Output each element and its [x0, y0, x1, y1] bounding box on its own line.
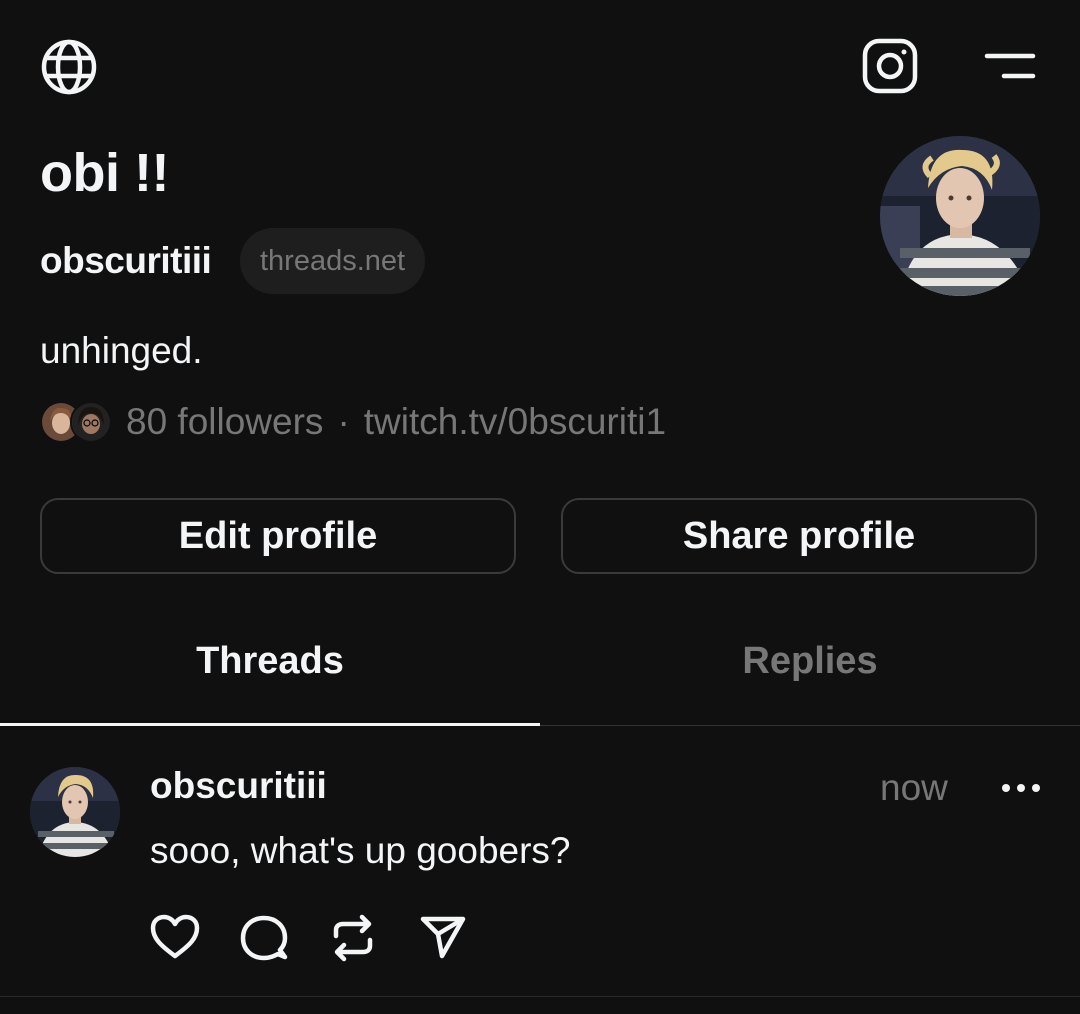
- bio: unhinged.: [40, 330, 203, 371]
- share-profile-button[interactable]: Share profile: [561, 498, 1037, 574]
- globe-icon[interactable]: [40, 38, 98, 96]
- meta-separator: ·: [337, 401, 350, 442]
- profile-avatar[interactable]: [880, 136, 1040, 296]
- comment-icon[interactable]: [240, 914, 330, 962]
- active-tab-indicator: [0, 723, 540, 726]
- heart-icon[interactable]: [150, 914, 240, 962]
- followers-count[interactable]: 80 followers: [126, 401, 323, 443]
- tab-replies[interactable]: Replies: [540, 640, 1080, 726]
- username: obscuritiii: [40, 240, 212, 281]
- repost-icon[interactable]: [330, 914, 420, 962]
- post-divider: [0, 996, 1080, 997]
- post-timestamp: now: [880, 767, 948, 808]
- tab-threads[interactable]: Threads: [0, 640, 540, 726]
- more-options-icon[interactable]: [1000, 778, 1042, 798]
- post-username[interactable]: obscuritiii: [150, 765, 327, 807]
- post-text: sooo, what's up goobers?: [150, 830, 571, 871]
- post-actions: [150, 914, 510, 962]
- edit-profile-button[interactable]: Edit profile: [40, 498, 516, 574]
- display-name: obi !!: [40, 143, 169, 203]
- post-avatar[interactable]: [30, 767, 120, 857]
- menu-icon[interactable]: [984, 50, 1036, 80]
- profile-link[interactable]: twitch.tv/0bscuriti1: [364, 401, 666, 443]
- follower-avatar[interactable]: [70, 401, 112, 443]
- instagram-icon[interactable]: [862, 38, 918, 94]
- send-icon[interactable]: [420, 914, 510, 962]
- profile-meta: 80 followers · twitch.tv/0bscuriti1: [40, 400, 666, 444]
- domain-badge[interactable]: threads.net: [240, 228, 426, 294]
